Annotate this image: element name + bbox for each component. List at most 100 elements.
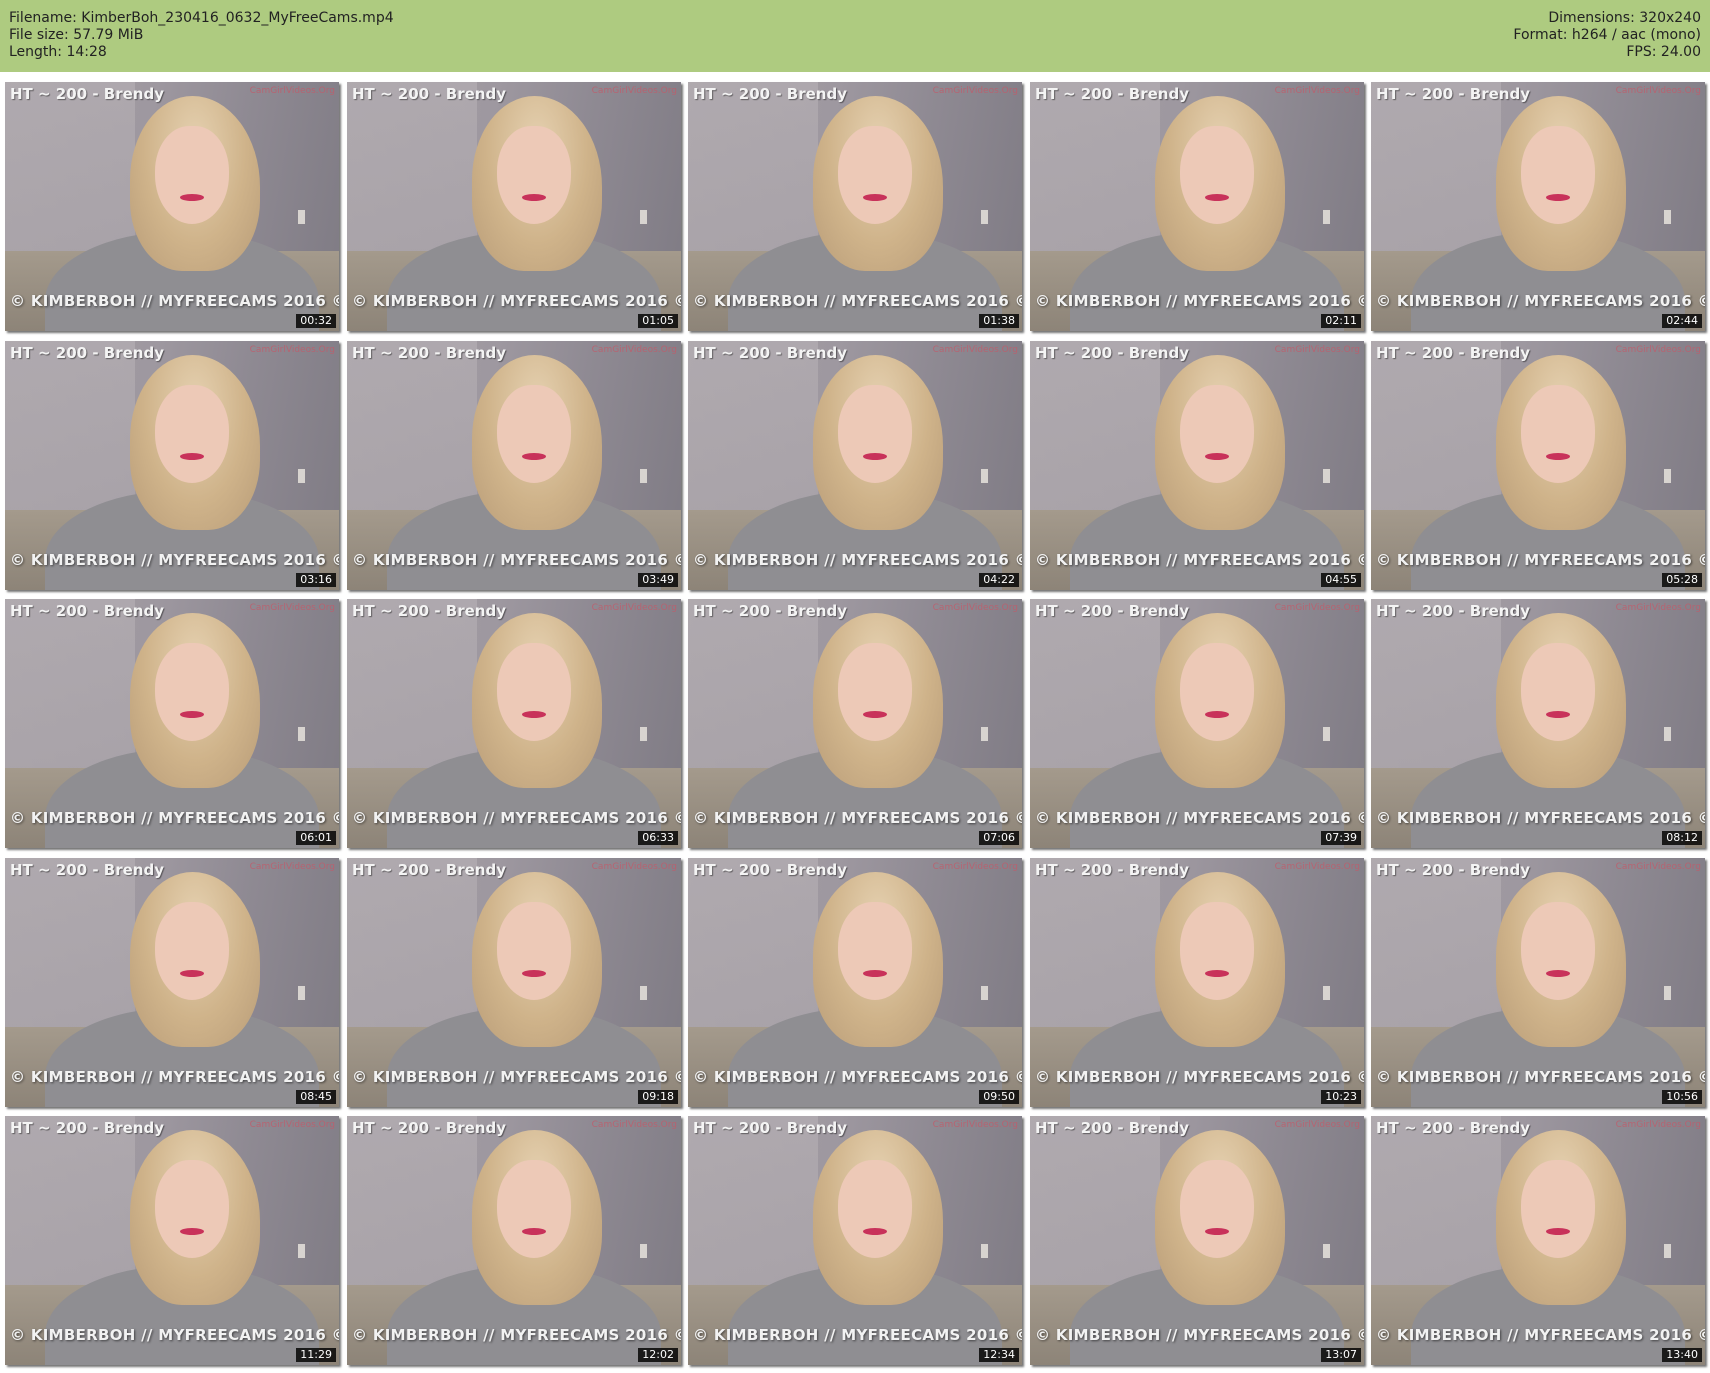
thumbnail-caption-bottom: © KIMBERBOH // MYFREECAMS 2016 ©	[10, 292, 339, 310]
watermark-logo: CamGirlVideos.Org	[1274, 862, 1360, 872]
thumbnail-caption-top: HT ~ 200 - Brendy	[352, 861, 506, 879]
info-left: Filename: KimberBoh_230416_0632_MyFreeCa…	[9, 10, 394, 61]
person-face	[838, 385, 912, 483]
person-lips	[1546, 453, 1570, 460]
person-face	[497, 643, 571, 741]
watermark-logo: CamGirlVideos.Org	[1615, 862, 1701, 872]
person-face	[155, 643, 229, 741]
thumbnail-frame[interactable]: HT ~ 200 - Brendy CamGirlVideos.Org © KIMB…	[1030, 1116, 1364, 1365]
thumbnail-caption-bottom: © KIMBERBOH // MYFREECAMS 2016 ©	[1376, 551, 1705, 569]
thumbnail-caption-bottom: © KIMBERBOH // MYFREECAMS 2016 ©	[1035, 809, 1364, 827]
person-face	[1521, 1160, 1595, 1258]
light-switch	[640, 210, 647, 224]
thumbnail-timestamp: 03:16	[296, 573, 336, 587]
person-lips	[522, 453, 546, 460]
thumbnail-caption-top: HT ~ 200 - Brendy	[1035, 344, 1189, 362]
light-switch	[981, 469, 988, 483]
thumbnail-timestamp: 12:02	[638, 1348, 678, 1362]
thumbnail-frame[interactable]: HT ~ 200 - Brendy CamGirlVideos.Org © KIMB…	[5, 599, 339, 848]
thumbnail-frame[interactable]: HT ~ 200 - Brendy CamGirlVideos.Org © KIMB…	[1371, 599, 1705, 848]
thumbnail-timestamp: 07:06	[979, 831, 1019, 845]
person-face	[838, 902, 912, 1000]
thumbnail-frame[interactable]: HT ~ 200 - Brendy CamGirlVideos.Org © KIMB…	[1030, 341, 1364, 590]
thumbnail-frame[interactable]: HT ~ 200 - Brendy CamGirlVideos.Org © KIMB…	[347, 341, 681, 590]
person-face	[1180, 126, 1254, 224]
watermark-logo: CamGirlVideos.Org	[591, 862, 677, 872]
thumbnail-caption-top: HT ~ 200 - Brendy	[1376, 85, 1530, 103]
person-lips	[1546, 1228, 1570, 1235]
thumbnail-frame[interactable]: HT ~ 200 - Brendy CamGirlVideos.Org © KIMB…	[1030, 599, 1364, 848]
person-lips	[180, 970, 204, 977]
watermark-logo: CamGirlVideos.Org	[1274, 86, 1360, 96]
thumbnail-timestamp: 08:45	[296, 1090, 336, 1104]
light-switch	[981, 727, 988, 741]
light-switch	[640, 727, 647, 741]
thumbnail-frame[interactable]: HT ~ 200 - Brendy CamGirlVideos.Org © KIMB…	[688, 341, 1022, 590]
thumbnail-frame[interactable]: HT ~ 200 - Brendy CamGirlVideos.Org © KIMB…	[688, 858, 1022, 1107]
thumbnail-caption-top: HT ~ 200 - Brendy	[693, 1119, 847, 1137]
thumbnail-caption-bottom: © KIMBERBOH // MYFREECAMS 2016 ©	[693, 551, 1022, 569]
thumbnail-frame[interactable]: HT ~ 200 - Brendy CamGirlVideos.Org © KIMB…	[1371, 82, 1705, 331]
watermark-logo: CamGirlVideos.Org	[591, 345, 677, 355]
thumbnail-frame[interactable]: HT ~ 200 - Brendy CamGirlVideos.Org © KIMB…	[688, 1116, 1022, 1365]
light-switch	[298, 986, 305, 1000]
thumbnail-frame[interactable]: HT ~ 200 - Brendy CamGirlVideos.Org © KIMB…	[5, 341, 339, 590]
thumbnail-frame[interactable]: HT ~ 200 - Brendy CamGirlVideos.Org © KIMB…	[347, 1116, 681, 1365]
person-lips	[863, 711, 887, 718]
thumbnail-caption-bottom: © KIMBERBOH // MYFREECAMS 2016 ©	[1376, 292, 1705, 310]
light-switch	[298, 210, 305, 224]
thumbnail-caption-bottom: © KIMBERBOH // MYFREECAMS 2016 ©	[1376, 809, 1705, 827]
light-switch	[298, 727, 305, 741]
light-switch	[981, 986, 988, 1000]
watermark-logo: CamGirlVideos.Org	[1615, 1120, 1701, 1130]
thumbnail-caption-top: HT ~ 200 - Brendy	[693, 344, 847, 362]
format-label: Format: h264 / aac (mono)	[1513, 27, 1701, 43]
thumbnail-timestamp: 03:49	[638, 573, 678, 587]
thumbnail-caption-bottom: © KIMBERBOH // MYFREECAMS 2016 ©	[10, 551, 339, 569]
thumbnail-frame[interactable]: HT ~ 200 - Brendy CamGirlVideos.Org © KIMB…	[5, 82, 339, 331]
person-face	[155, 126, 229, 224]
thumbnail-caption-bottom: © KIMBERBOH // MYFREECAMS 2016 ©	[1035, 292, 1364, 310]
thumbnail-caption-bottom: © KIMBERBOH // MYFREECAMS 2016 ©	[352, 1068, 681, 1086]
person-lips	[863, 970, 887, 977]
thumbnail-frame[interactable]: HT ~ 200 - Brendy CamGirlVideos.Org © KIMB…	[1371, 341, 1705, 590]
watermark-logo: CamGirlVideos.Org	[932, 603, 1018, 613]
file-size-label: File size: 57.79 MiB	[9, 27, 144, 43]
person-lips	[863, 453, 887, 460]
person-face	[155, 1160, 229, 1258]
watermark-logo: CamGirlVideos.Org	[249, 86, 335, 96]
thumbnail-caption-top: HT ~ 200 - Brendy	[10, 861, 164, 879]
person-face	[155, 902, 229, 1000]
thumbnail-frame[interactable]: HT ~ 200 - Brendy CamGirlVideos.Org © KIMB…	[688, 82, 1022, 331]
watermark-logo: CamGirlVideos.Org	[1615, 345, 1701, 355]
thumbnail-frame[interactable]: HT ~ 200 - Brendy CamGirlVideos.Org © KIMB…	[5, 858, 339, 1107]
thumbnail-frame[interactable]: HT ~ 200 - Brendy CamGirlVideos.Org © KIMB…	[5, 1116, 339, 1365]
light-switch	[981, 1244, 988, 1258]
thumbnail-frame[interactable]: HT ~ 200 - Brendy CamGirlVideos.Org © KIMB…	[1371, 858, 1705, 1107]
light-switch	[1664, 469, 1671, 483]
thumbnail-frame[interactable]: HT ~ 200 - Brendy CamGirlVideos.Org © KIMB…	[1030, 82, 1364, 331]
light-switch	[1664, 986, 1671, 1000]
thumbnail-caption-bottom: © KIMBERBOH // MYFREECAMS 2016 ©	[693, 1326, 1022, 1344]
thumbnail-caption-top: HT ~ 200 - Brendy	[1376, 1119, 1530, 1137]
watermark-logo: CamGirlVideos.Org	[1615, 603, 1701, 613]
thumbnail-timestamp: 02:11	[1321, 314, 1361, 328]
thumbnail-frame[interactable]: HT ~ 200 - Brendy CamGirlVideos.Org © KIMB…	[688, 599, 1022, 848]
light-switch	[1664, 727, 1671, 741]
thumbnail-caption-bottom: © KIMBERBOH // MYFREECAMS 2016 ©	[352, 551, 681, 569]
thumbnail-caption-top: HT ~ 200 - Brendy	[10, 1119, 164, 1137]
thumbnail-timestamp: 12:34	[979, 1348, 1019, 1362]
thumbnail-frame[interactable]: HT ~ 200 - Brendy CamGirlVideos.Org © KIMB…	[347, 599, 681, 848]
thumbnail-frame[interactable]: HT ~ 200 - Brendy CamGirlVideos.Org © KIMB…	[347, 82, 681, 331]
thumbnail-caption-bottom: © KIMBERBOH // MYFREECAMS 2016 ©	[352, 809, 681, 827]
filename-label: Filename: KimberBoh_230416_0632_MyFreeCa…	[9, 10, 394, 26]
light-switch	[1323, 210, 1330, 224]
light-switch	[298, 469, 305, 483]
thumbnail-caption-top: HT ~ 200 - Brendy	[1035, 85, 1189, 103]
thumbnail-caption-bottom: © KIMBERBOH // MYFREECAMS 2016 ©	[352, 292, 681, 310]
thumbnail-caption-top: HT ~ 200 - Brendy	[1376, 344, 1530, 362]
thumbnail-frame[interactable]: HT ~ 200 - Brendy CamGirlVideos.Org © KIMB…	[1371, 1116, 1705, 1365]
person-face	[838, 1160, 912, 1258]
thumbnail-frame[interactable]: HT ~ 200 - Brendy CamGirlVideos.Org © KIMB…	[347, 858, 681, 1107]
thumbnail-frame[interactable]: HT ~ 200 - Brendy CamGirlVideos.Org © KIMB…	[1030, 858, 1364, 1107]
